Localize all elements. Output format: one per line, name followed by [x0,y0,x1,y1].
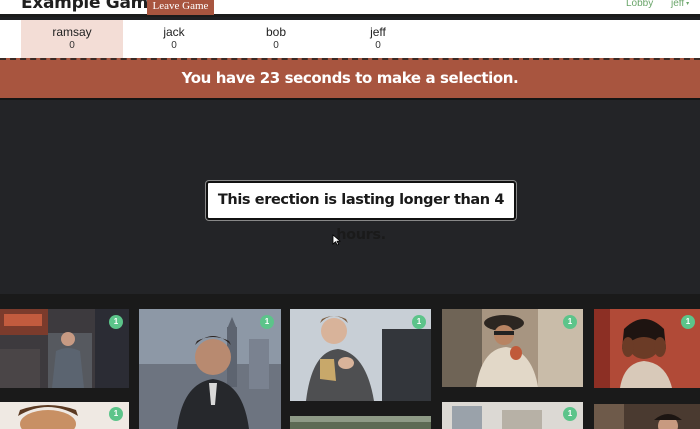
game-title: Example Game [21,0,160,13]
player-tab-jack: jack 0 [123,20,225,58]
gif-option[interactable] [290,416,431,429]
gif-thumbnail [442,402,583,429]
player-name: ramsay [52,25,92,39]
gif-option[interactable] [594,404,700,429]
vote-count-badge: 1 [681,315,695,329]
countdown-text: You have 23 seconds to make a selection. [181,69,519,87]
vote-count-badge: 1 [109,315,123,329]
player-score: 0 [171,40,177,51]
top-navbar: Example Game Leave Game Lobby jeff ▾ [0,0,700,17]
leave-game-button[interactable]: Leave Game [147,0,214,15]
player-score: 0 [375,40,381,51]
vote-count-badge: 1 [563,407,577,421]
chevron-down-icon: ▾ [686,0,690,7]
countdown-banner: You have 23 seconds to make a selection. [0,58,700,98]
gif-grid: 1 1 1 1 1 1 1 [0,294,700,429]
prompt-text: This erection is lasting longer than 4 h… [217,192,505,243]
vote-count-badge: 1 [260,315,274,329]
gif-option[interactable]: 1 [442,402,583,429]
player-tab-bob: bob 0 [225,20,327,58]
prompt-card: This erection is lasting longer than 4 h… [206,181,516,243]
gif-option[interactable]: 1 [594,309,700,388]
player-tab-ramsay: ramsay 0 [21,20,123,58]
player-name: bob [265,25,287,39]
lobby-link[interactable]: Lobby [626,0,653,9]
user-menu[interactable]: jeff ▾ [671,0,689,9]
prompt-stage: This erection is lasting longer than 4 h… [0,98,700,294]
player-name: jack [163,25,185,39]
gif-thumbnail [594,404,700,429]
user-menu-label: jeff [671,0,685,9]
vote-count-badge: 1 [563,315,577,329]
mouse-pointer-icon [332,234,341,246]
gif-option[interactable]: 1 [442,309,583,387]
gif-thumbnail [290,416,431,429]
gif-option[interactable]: 1 [139,309,281,429]
player-scoreboard: ramsay 0 jack 0 bob 0 jeff 0 [0,20,700,58]
gif-option[interactable]: 1 [290,309,431,401]
vote-count-badge: 1 [412,315,426,329]
gif-thumbnail [442,309,583,387]
player-tab-jeff: jeff 0 [327,20,429,58]
player-name: jeff [370,25,386,39]
gif-thumbnail [139,309,281,429]
gif-option[interactable]: 1 [0,309,129,388]
player-score: 0 [69,40,75,51]
player-score: 0 [273,40,279,51]
gif-option[interactable]: 1 [0,402,129,429]
vote-count-badge: 1 [109,407,123,421]
gif-thumbnail [290,309,431,401]
